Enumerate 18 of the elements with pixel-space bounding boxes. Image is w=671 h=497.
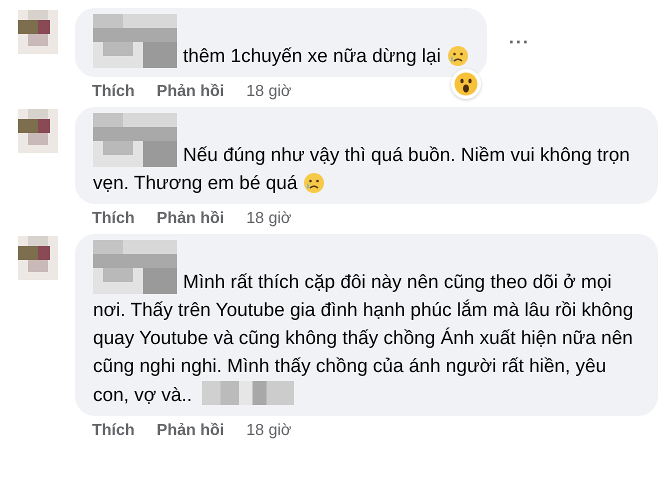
comment-text: Mình rất thích cặp đôi này nên cũng theo dõi ở mọi nơi. Thấy trên Youtube gia đình hạnh phúc lắm mà lâu rồi không quay Youtube và cũng không thấy chồng Ánh xuất hiện nữa nên cũng nghi nghi. Mình thấy chồng của ánh người rất hiền, yêu con, vợ và.. — [93, 272, 634, 406]
reaction-badge[interactable] — [450, 69, 481, 99]
pixelated-avatar — [18, 109, 58, 153]
like-link[interactable]: Thích — [92, 422, 135, 446]
pixelated-avatar — [18, 10, 58, 54]
comment-time: 18 giờ — [246, 210, 292, 229]
pixelated-avatar — [18, 236, 58, 280]
comment-time: 18 giờ — [246, 83, 292, 102]
reply-link[interactable]: Phản hồi — [156, 83, 224, 107]
reply-link[interactable]: Phản hồi — [156, 422, 224, 446]
reply-link[interactable]: Phản hồi — [156, 210, 224, 234]
like-link[interactable]: Thích — [92, 210, 135, 234]
like-link[interactable]: Thích — [92, 83, 135, 107]
comment-text: Nếu đúng như vậy thì quá buồn. Niềm vui không trọn vẹn. Thương em bé quá — [93, 145, 630, 194]
surprised-face-icon — [454, 72, 478, 96]
comment-text: thêm 1chuyến xe nữa dừng lại — [183, 46, 441, 67]
more-options-icon[interactable]: ··· — [508, 32, 530, 53]
comment-time: 18 giờ — [246, 422, 292, 441]
